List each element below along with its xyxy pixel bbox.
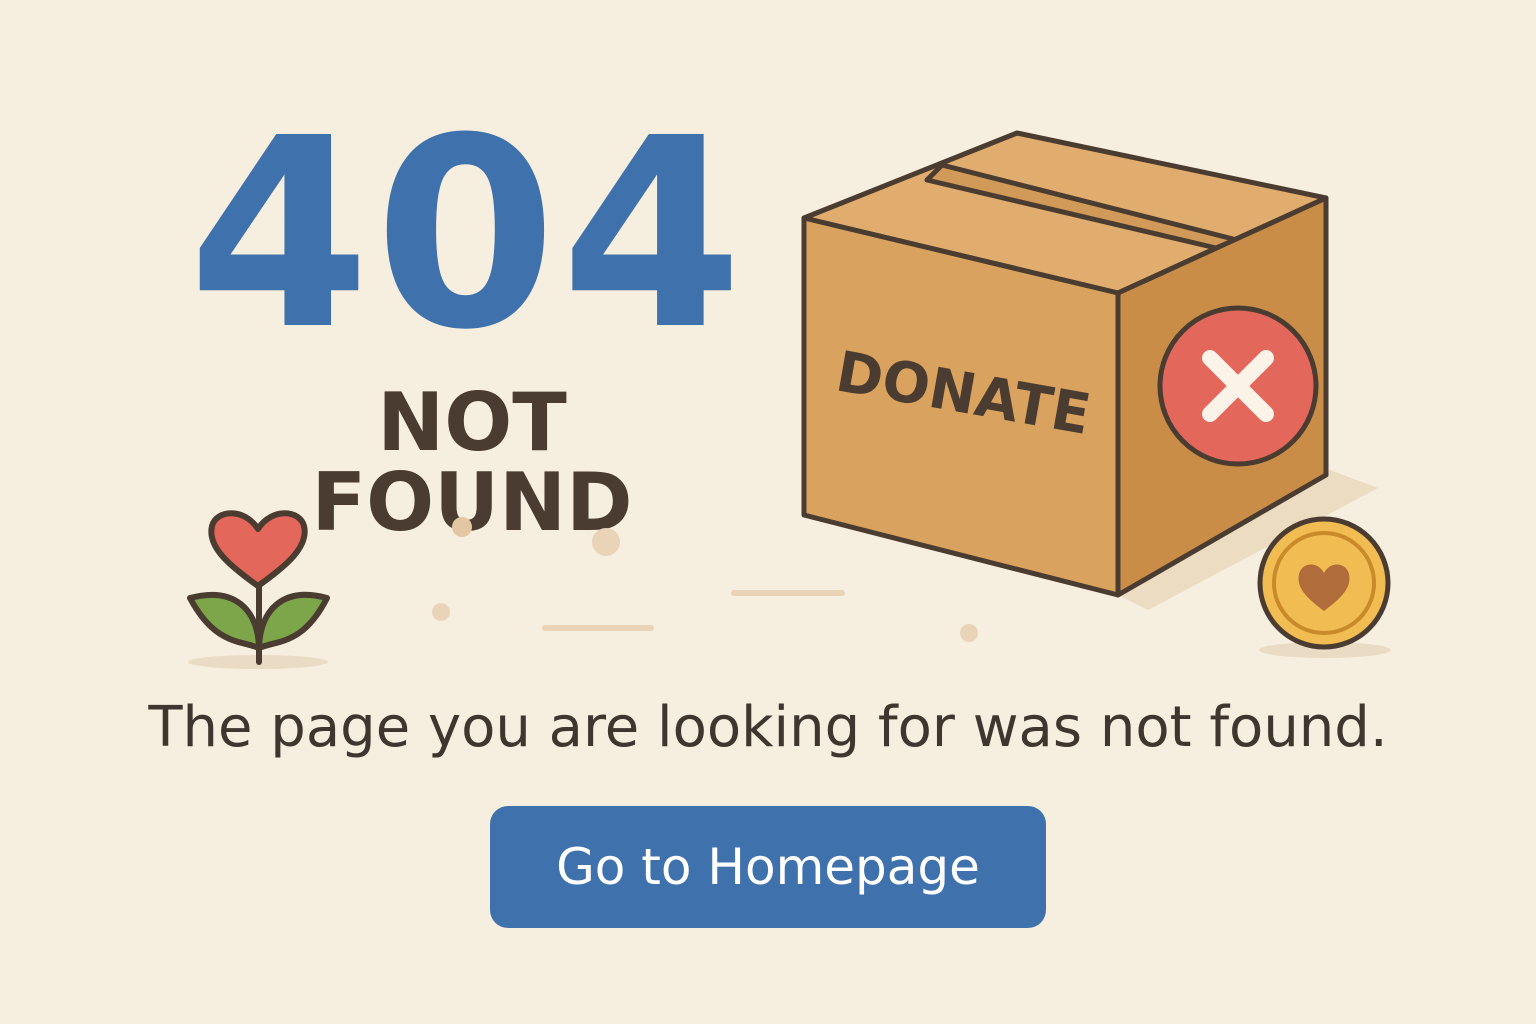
error-x-icon xyxy=(1157,305,1319,467)
heart-flower-icon xyxy=(187,510,330,669)
error-message: The page you are looking for was not fou… xyxy=(148,695,1388,760)
heart-coin-icon xyxy=(1257,516,1391,658)
go-to-homepage-button[interactable]: Go to Homepage xyxy=(490,806,1046,928)
